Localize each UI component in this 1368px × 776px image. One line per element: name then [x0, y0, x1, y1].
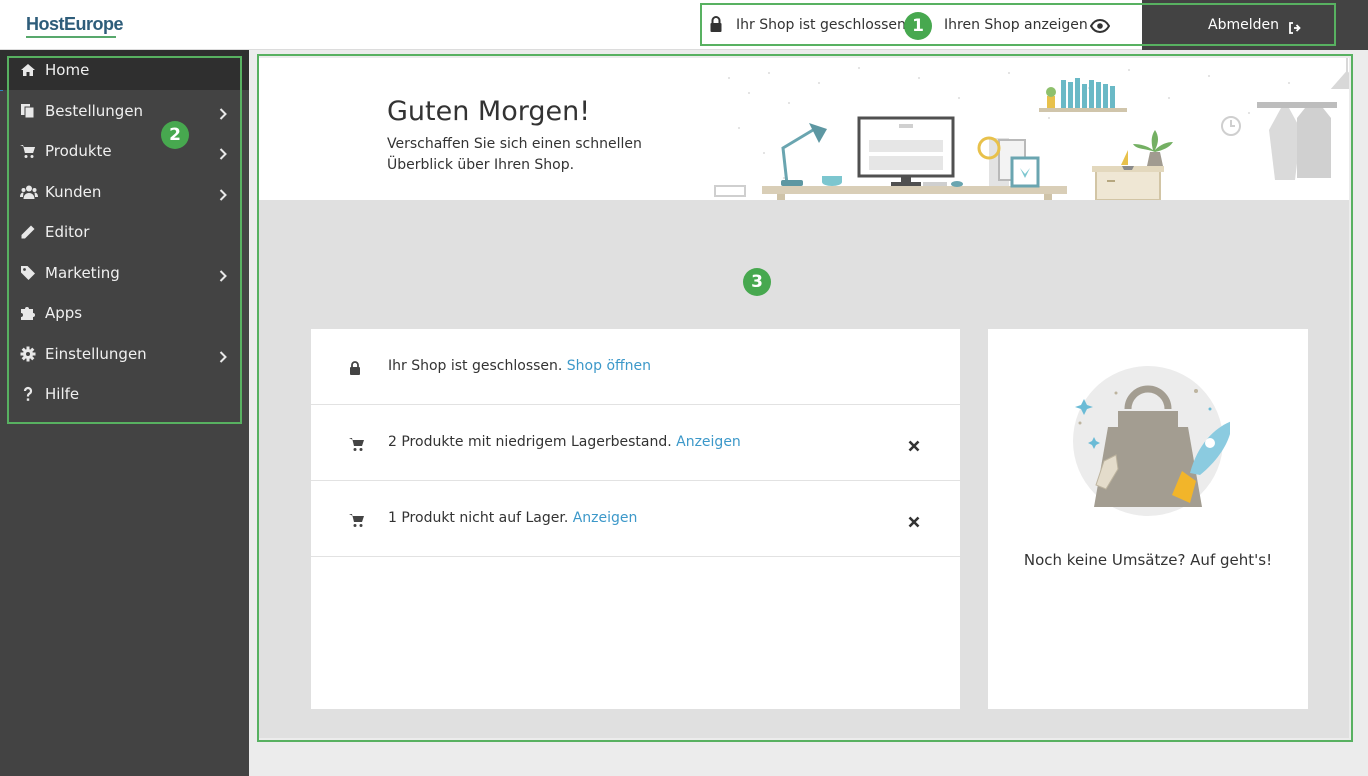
close-icon[interactable] — [908, 437, 920, 456]
callout-badge-3: 3 — [743, 268, 771, 296]
dashboard-area: Guten Morgen! Verschaffen Sie sich einen… — [259, 58, 1349, 738]
greeting-title: Guten Morgen! — [387, 96, 591, 127]
users-icon — [20, 184, 38, 200]
chevron-right-icon — [219, 348, 227, 367]
cart-icon — [349, 512, 365, 531]
logo-text: HostEurope — [26, 14, 124, 34]
cart-icon — [349, 436, 365, 455]
sidebar-item-produkte[interactable]: Produkte — [0, 131, 249, 171]
logo-underline — [26, 36, 116, 38]
sidebar-item-editor[interactable]: Editor — [0, 212, 249, 252]
orders-icon — [20, 103, 36, 119]
open-shop-link[interactable]: Shop öffnen — [567, 358, 651, 374]
notice-message: Ihr Shop ist geschlossen. — [388, 358, 563, 374]
sidebar-item-label: Kunden — [45, 183, 102, 201]
notice-text: 1 Produkt nicht auf Lager. Anzeigen — [388, 510, 637, 526]
cart-icon — [20, 143, 36, 159]
callout-badge-1: 1 — [904, 12, 932, 40]
logout-button[interactable]: Abmelden — [1142, 0, 1368, 50]
notifications-card: Ihr Shop ist geschlossen. Shop öffnen 2 … — [311, 329, 960, 709]
tag-icon — [20, 265, 36, 281]
sidebar-item-label: Home — [45, 61, 90, 79]
sidebar: Home Bestellungen Produkte Kunden Editor… — [0, 50, 249, 776]
callout-badge-2: 2 — [161, 121, 189, 149]
chevron-right-icon — [219, 267, 227, 286]
pencil-icon — [20, 224, 36, 240]
sidebar-item-label: Bestellungen — [45, 102, 144, 120]
notice-text: 2 Produkte mit niedrigem Lagerbestand. A… — [388, 434, 741, 450]
sidebar-item-label: Einstellungen — [45, 345, 147, 363]
view-shop-link[interactable]: Ihren Shop anzeigen — [944, 17, 1088, 33]
notice-out-of-stock: 1 Produkt nicht auf Lager. Anzeigen — [311, 481, 960, 557]
workspace-illustration — [714, 58, 1349, 200]
notice-shop-closed: Ihr Shop ist geschlossen. Shop öffnen — [311, 329, 960, 405]
sidebar-item-label: Marketing — [45, 264, 120, 282]
view-low-stock-link[interactable]: Anzeigen — [676, 434, 741, 450]
sidebar-item-label: Produkte — [45, 142, 112, 160]
sidebar-item-kunden[interactable]: Kunden — [0, 172, 249, 212]
shopping-bag-rocket-illustration — [1073, 366, 1230, 516]
no-sales-message: Noch keine Umsätze? Auf geht's! — [1023, 551, 1273, 569]
shop-closed-status: Ihr Shop ist geschlossen. — [736, 17, 911, 33]
sidebar-item-bestellungen[interactable]: Bestellungen — [0, 91, 249, 131]
notice-message: 2 Produkte mit niedrigem Lagerbestand. — [388, 434, 672, 450]
lock-icon — [349, 360, 361, 379]
sidebar-item-hilfe[interactable]: Hilfe — [0, 374, 249, 414]
sidebar-item-apps[interactable]: Apps — [0, 293, 249, 333]
logout-label: Abmelden — [1208, 17, 1279, 33]
home-icon — [20, 62, 36, 78]
gear-icon — [20, 346, 36, 362]
notice-message: 1 Produkt nicht auf Lager. — [388, 510, 569, 526]
sidebar-item-label: Apps — [45, 304, 83, 322]
puzzle-icon — [20, 305, 36, 321]
sidebar-item-einstellungen[interactable]: Einstellungen — [0, 334, 249, 374]
chevron-right-icon — [219, 145, 227, 164]
sales-card: Noch keine Umsätze? Auf geht's! — [988, 329, 1308, 709]
main-content: Guten Morgen! Verschaffen Sie sich einen… — [249, 50, 1368, 776]
sidebar-item-home[interactable]: Home — [0, 50, 249, 90]
host-europe-logo[interactable]: HostEurope — [26, 14, 124, 38]
greeting-subtitle: Verschaffen Sie sich einen schnellen Übe… — [387, 136, 642, 173]
chevron-right-icon — [219, 186, 227, 205]
close-icon[interactable] — [908, 513, 920, 532]
lock-icon — [710, 16, 722, 36]
top-bar: HostEurope Ihr Shop ist geschlossen. Ihr… — [0, 0, 1368, 50]
sign-out-icon — [1288, 19, 1301, 38]
notice-text: Ihr Shop ist geschlossen. Shop öffnen — [388, 358, 651, 374]
question-icon — [20, 386, 36, 402]
notice-low-stock: 2 Produkte mit niedrigem Lagerbestand. A… — [311, 405, 960, 481]
sidebar-item-marketing[interactable]: Marketing — [0, 253, 249, 293]
sidebar-item-label: Hilfe — [45, 385, 80, 403]
view-out-of-stock-link[interactable]: Anzeigen — [573, 510, 638, 526]
eye-icon[interactable] — [1089, 18, 1111, 37]
welcome-banner: Guten Morgen! Verschaffen Sie sich einen… — [259, 58, 1349, 200]
chevron-right-icon — [219, 105, 227, 124]
sidebar-item-label: Editor — [45, 223, 90, 241]
